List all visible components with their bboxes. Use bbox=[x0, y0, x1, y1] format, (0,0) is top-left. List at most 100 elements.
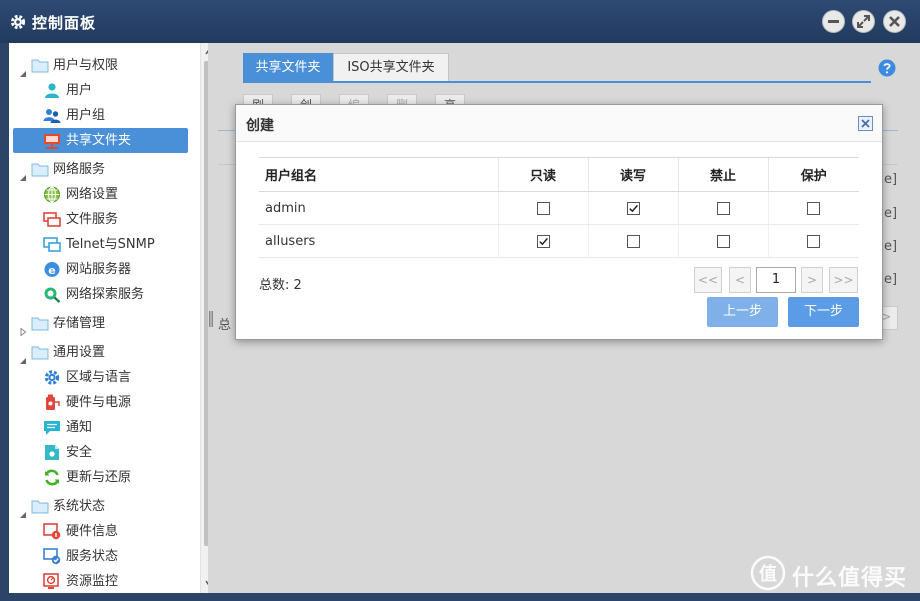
permission-cell bbox=[677, 224, 768, 258]
table-header-row: 用户组名 只读 读写 禁止 保护 bbox=[259, 157, 859, 192]
table-row[interactable]: admin bbox=[259, 191, 859, 225]
sidebar-item-label: 网络服务 bbox=[53, 162, 106, 177]
sidebar-group-folder-17[interactable]: 系统状态 bbox=[13, 494, 188, 519]
title-bar[interactable]: 控制面板 bbox=[0, 0, 920, 43]
column-header-group-name[interactable]: 用户组名 bbox=[259, 157, 498, 192]
sidebar-item-resource-monitor-20[interactable]: 资源监控 bbox=[13, 569, 188, 593]
resource-monitor-icon bbox=[43, 573, 61, 590]
sidebar-item-globe-5[interactable]: 网络设置 bbox=[13, 182, 188, 207]
pager-last-button[interactable]: >> bbox=[829, 267, 858, 293]
sidebar-item-user-1[interactable]: 用户 bbox=[13, 78, 188, 103]
permission-cell bbox=[497, 224, 588, 258]
monitor-icon bbox=[43, 236, 61, 253]
column-header-read-write[interactable]: 读写 bbox=[587, 157, 678, 192]
sidebar-item-file-service-6[interactable]: 文件服务 bbox=[13, 207, 188, 232]
sidebar-item-label: 系统状态 bbox=[53, 499, 106, 514]
total-label: 总 bbox=[218, 318, 232, 333]
shield-icon bbox=[43, 444, 61, 461]
minimize-icon bbox=[828, 20, 839, 23]
file-service-icon bbox=[43, 211, 61, 228]
sidebar-item-service-status-19[interactable]: 服务状态 bbox=[13, 544, 188, 569]
protect-checkbox[interactable] bbox=[807, 201, 821, 215]
table-row[interactable]: allusers bbox=[259, 224, 859, 258]
control-panel-window: 控制面板 用户与权限 用户 用户组 共享文件夹 网络服务 网络设置 文件服务 Telnet与S… bbox=[0, 0, 920, 601]
group-name-cell: admin bbox=[259, 191, 498, 225]
sidebar-item-power-13[interactable]: 硬件与电源 bbox=[13, 390, 188, 415]
sidebar-group-folder-0[interactable]: 用户与权限 bbox=[13, 53, 188, 78]
sidebar-item-label: 资源监控 bbox=[66, 574, 119, 589]
gear-icon bbox=[9, 13, 27, 31]
sidebar-group-folder-4[interactable]: 网络服务 bbox=[13, 157, 188, 182]
dialog-total-count: 总数: 2 bbox=[259, 278, 302, 293]
sidebar-item-label: 网络设置 bbox=[66, 187, 119, 202]
sidebar-item-label: 通知 bbox=[66, 420, 93, 435]
sidebar-item-chat-14[interactable]: 通知 bbox=[13, 415, 188, 440]
splitter-handle[interactable] bbox=[208, 311, 214, 327]
deny-checkbox[interactable] bbox=[716, 234, 730, 248]
pager-next-button[interactable]: > bbox=[801, 267, 823, 293]
sidebar-item-web-server-8[interactable]: e 网站服务器 bbox=[13, 257, 188, 282]
window-title: 控制面板 bbox=[32, 14, 97, 32]
sidebar-item-gear-12[interactable]: 区域与语言 bbox=[13, 365, 188, 390]
sidebar-item-label: 服务状态 bbox=[66, 549, 119, 564]
read-write-checkbox[interactable] bbox=[626, 234, 640, 248]
sidebar-item-network-discovery-9[interactable]: 网络探索服务 bbox=[13, 282, 188, 307]
row-tail-text: e] bbox=[884, 172, 898, 187]
permission-cell bbox=[497, 191, 588, 225]
permission-cell bbox=[677, 191, 768, 225]
sidebar-scrollbar[interactable] bbox=[200, 43, 208, 593]
user-group-icon bbox=[43, 107, 61, 124]
expand-down-icon[interactable] bbox=[19, 62, 27, 77]
dialog-close-button[interactable] bbox=[858, 116, 873, 131]
sidebar-item-user-group-2[interactable]: 用户组 bbox=[13, 103, 188, 128]
protect-checkbox[interactable] bbox=[807, 234, 821, 248]
create-dialog: 创建 用户组名 只读 读写 禁止 保护 admin allusers 总数: 2 … bbox=[235, 104, 883, 340]
expand-down-icon[interactable] bbox=[19, 503, 27, 518]
folder-icon bbox=[31, 498, 49, 515]
column-header-deny[interactable]: 禁止 bbox=[677, 157, 768, 192]
svg-text:e: e bbox=[48, 264, 55, 277]
sidebar-group-folder-10[interactable]: 存储管理 bbox=[13, 311, 188, 337]
previous-step-button[interactable]: 上一步 bbox=[707, 297, 778, 327]
shared-folder-icon bbox=[43, 132, 61, 149]
expand-down-icon[interactable] bbox=[19, 166, 27, 181]
close-icon bbox=[861, 119, 870, 128]
minimize-button[interactable] bbox=[822, 10, 845, 33]
next-step-button[interactable]: 下一步 bbox=[788, 297, 859, 327]
sidebar-item-hardware-info-18[interactable]: 硬件信息 bbox=[13, 519, 188, 544]
read-only-checkbox[interactable] bbox=[536, 234, 550, 248]
column-header-protect[interactable]: 保护 bbox=[767, 157, 859, 192]
pager-first-button[interactable]: << bbox=[694, 267, 722, 293]
sidebar-item-refresh-16[interactable]: 更新与还原 bbox=[13, 465, 188, 490]
folder-icon bbox=[31, 344, 49, 361]
dialog-title: 创建 bbox=[246, 118, 274, 134]
maximize-button[interactable] bbox=[852, 10, 875, 33]
tab-iso-shared-folder[interactable]: ISO共享文件夹 bbox=[333, 53, 449, 81]
sidebar-item-shield-15[interactable]: 安全 bbox=[13, 440, 188, 465]
pager-prev-button[interactable]: < bbox=[729, 267, 751, 293]
sidebar-item-shared-folder-3[interactable]: 共享文件夹 bbox=[13, 128, 188, 153]
sidebar-item-monitor-7[interactable]: Telnet与SNMP bbox=[13, 232, 188, 257]
tab-shared-folder[interactable]: 共享文件夹 bbox=[243, 53, 333, 81]
sidebar-group-folder-11[interactable]: 通用设置 bbox=[13, 340, 188, 365]
sidebar-item-label: 更新与还原 bbox=[66, 470, 132, 485]
close-button[interactable] bbox=[883, 10, 906, 33]
permission-table: 用户组名 只读 读写 禁止 保护 admin allusers bbox=[259, 157, 859, 258]
permission-table-body: admin allusers bbox=[259, 191, 859, 258]
read-only-checkbox[interactable] bbox=[536, 201, 550, 215]
column-header-read-only[interactable]: 只读 bbox=[497, 157, 588, 192]
read-write-checkbox[interactable] bbox=[626, 201, 640, 215]
permission-cell bbox=[767, 224, 859, 258]
expand-down-icon[interactable] bbox=[19, 349, 27, 364]
page-number-input[interactable]: 1 bbox=[756, 267, 796, 293]
sidebar-item-label: 通用设置 bbox=[53, 345, 106, 360]
sidebar-item-label: 安全 bbox=[66, 445, 93, 460]
collapse-right-icon[interactable] bbox=[19, 320, 27, 337]
deny-checkbox[interactable] bbox=[716, 201, 730, 215]
help-icon[interactable] bbox=[878, 59, 896, 77]
dialog-header[interactable]: 创建 bbox=[236, 105, 882, 142]
maximize-icon bbox=[857, 15, 870, 28]
sidebar-item-label: 用户 bbox=[66, 83, 93, 98]
watermark: 值 什么值得买 bbox=[744, 553, 918, 593]
sidebar-item-label: 硬件信息 bbox=[66, 524, 119, 539]
